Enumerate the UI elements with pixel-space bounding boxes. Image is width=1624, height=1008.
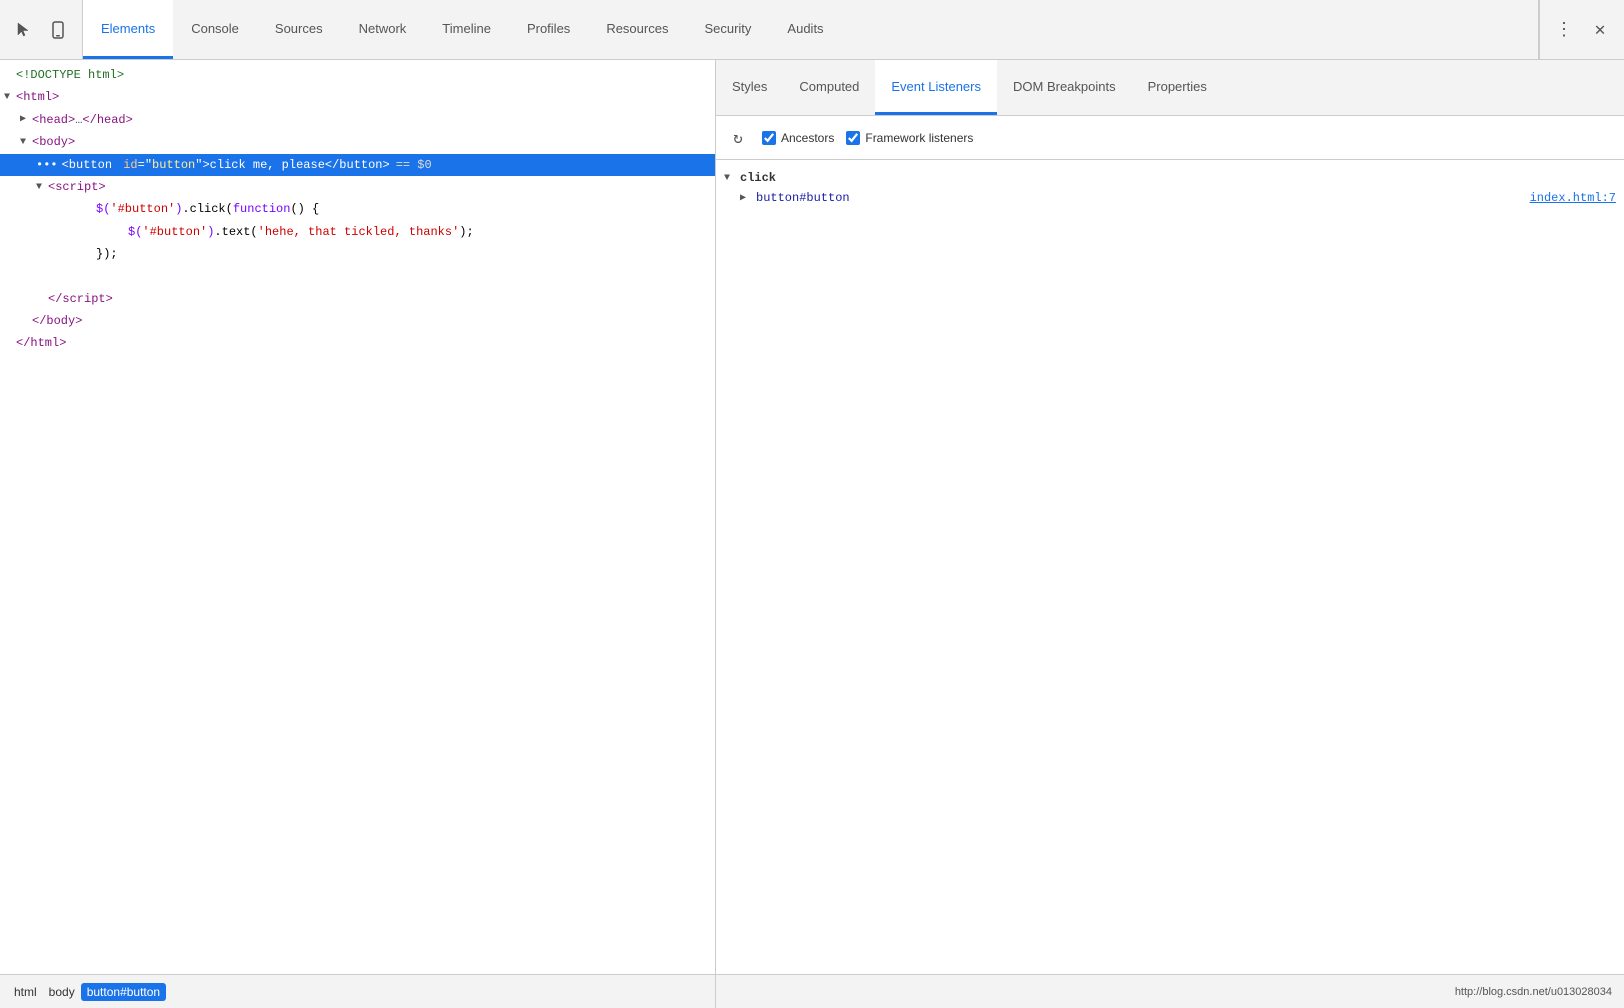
blank-line (0, 266, 715, 288)
tab-resources[interactable]: Resources (588, 0, 686, 59)
dom-doctype: <!DOCTYPE html> (0, 64, 715, 86)
mobile-icon[interactable] (44, 16, 72, 44)
event-section-click: click button#button index.html:7 (716, 164, 1624, 212)
toolbar-tabs: Elements Console Sources Network Timelin… (83, 0, 1538, 59)
click-triangle[interactable] (724, 173, 736, 184)
more-options-button[interactable]: ⋮ (1550, 16, 1578, 44)
node-label: button#button (756, 191, 850, 205)
breadcrumb-html[interactable]: html (8, 983, 43, 1001)
dom-body-close: </body> (0, 310, 715, 332)
file-link[interactable]: index.html:7 (1530, 191, 1616, 205)
tab-audits[interactable]: Audits (769, 0, 841, 59)
node-triangle[interactable] (740, 192, 752, 204)
close-button[interactable]: ✕ (1586, 16, 1614, 44)
tab-profiles[interactable]: Profiles (509, 0, 588, 59)
tab-console[interactable]: Console (173, 0, 257, 59)
html-triangle[interactable] (4, 89, 16, 106)
breadcrumb-body[interactable]: body (43, 983, 81, 1001)
ancestors-checkbox[interactable] (762, 131, 776, 145)
tab-security[interactable]: Security (686, 0, 769, 59)
right-tab-styles[interactable]: Styles (716, 60, 783, 115)
cursor-icon[interactable] (10, 16, 38, 44)
dom-body[interactable]: <body> (0, 131, 715, 153)
tab-timeline[interactable]: Timeline (424, 0, 509, 59)
framework-checkbox-label[interactable]: Framework listeners (846, 131, 973, 145)
code-line-1: $('#button').click(function() { (0, 198, 715, 220)
dom-script-close: </script> (0, 288, 715, 310)
head-triangle[interactable] (20, 111, 32, 128)
right-tabs: Styles Computed Event Listeners DOM Brea… (716, 60, 1624, 116)
dom-script-open[interactable]: <script> (0, 176, 715, 198)
event-listeners-content: click button#button index.html:7 (716, 160, 1624, 974)
event-click-header[interactable]: click (716, 168, 1624, 188)
right-tab-dom-breakpoints[interactable]: DOM Breakpoints (997, 60, 1132, 115)
breadcrumb-button[interactable]: button#button (81, 983, 166, 1001)
event-button-node[interactable]: button#button index.html:7 (716, 188, 1624, 208)
tab-elements[interactable]: Elements (83, 0, 173, 59)
body-triangle[interactable] (20, 134, 32, 151)
event-sub-left: button#button (740, 191, 850, 205)
toolbar-icons (0, 0, 83, 59)
breadcrumb-bar: html body button#button (0, 974, 715, 1008)
click-label: click (740, 171, 776, 185)
dom-html[interactable]: <html> (0, 86, 715, 108)
dom-head[interactable]: <head>…</head> (0, 109, 715, 131)
dom-button[interactable]: ••• <button id="button" > click me, plea… (0, 154, 715, 176)
dom-tree: <!DOCTYPE html> <html> <head>…</head> <b… (0, 60, 715, 974)
ancestors-checkbox-label[interactable]: Ancestors (762, 131, 834, 145)
toolbar-right: ⋮ ✕ (1539, 0, 1624, 59)
devtools-toolbar: Elements Console Sources Network Timelin… (0, 0, 1624, 60)
bottom-status-bar: http://blog.csdn.net/u013028034 (716, 974, 1624, 1008)
main-content: <!DOCTYPE html> <html> <head>…</head> <b… (0, 60, 1624, 1008)
right-toolbar: ↻ Ancestors Framework listeners (716, 116, 1624, 160)
dom-panel: <!DOCTYPE html> <html> <head>…</head> <b… (0, 60, 716, 1008)
status-url: http://blog.csdn.net/u013028034 (1455, 986, 1612, 998)
code-line-3: }); (0, 243, 715, 265)
right-tab-properties[interactable]: Properties (1132, 60, 1223, 115)
refresh-button[interactable]: ↻ (726, 126, 750, 150)
right-tab-event-listeners[interactable]: Event Listeners (875, 60, 997, 115)
script-triangle[interactable] (36, 179, 48, 196)
tab-network[interactable]: Network (341, 0, 425, 59)
tab-sources[interactable]: Sources (257, 0, 341, 59)
dom-html-close: </html> (0, 332, 715, 354)
code-line-2: $('#button').text('hehe, that tickled, t… (0, 221, 715, 243)
right-tab-computed[interactable]: Computed (783, 60, 875, 115)
right-panel: Styles Computed Event Listeners DOM Brea… (716, 60, 1624, 1008)
framework-checkbox[interactable] (846, 131, 860, 145)
